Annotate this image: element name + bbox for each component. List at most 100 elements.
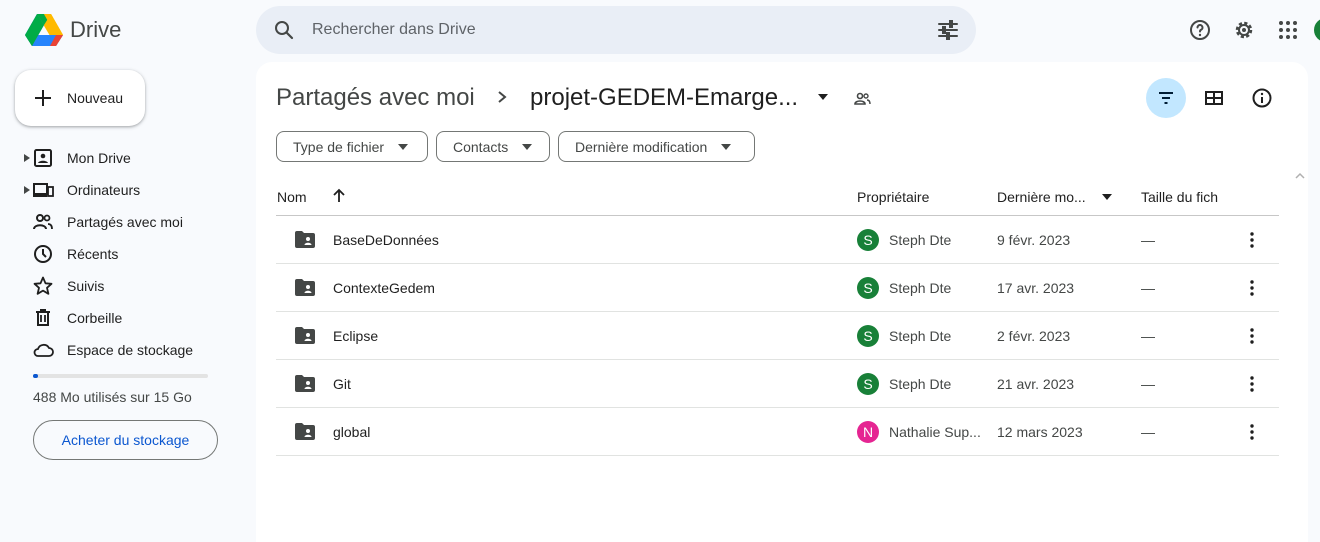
owner-avatar: N [857,421,879,443]
modified-date: 21 avr. 2023 [997,376,1075,392]
modified-date: 12 mars 2023 [997,424,1083,440]
account-avatar[interactable] [1314,18,1320,42]
table-row[interactable]: Eclipse S Steph Dte 2 févr. 2023 — [276,312,1279,360]
sidebar-item-label: Ordinateurs [67,182,141,198]
list-view-button[interactable] [1146,78,1186,118]
file-name[interactable]: global [333,424,370,440]
sidebar-item-starred[interactable]: Suivis [0,270,240,302]
drive-logo[interactable]: Drive [24,12,121,48]
expand-caret-icon[interactable] [24,154,30,162]
more-vert-icon[interactable] [1242,422,1262,442]
sidebar-item-label: Espace de stockage [67,342,194,358]
settings-button[interactable] [1228,14,1260,46]
file-name[interactable]: Eclipse [333,328,378,344]
file-name[interactable]: Git [333,376,351,392]
shared-folder-icon [295,423,315,440]
apps-grid-icon [1279,21,1297,39]
more-vert-icon[interactable] [1242,374,1262,394]
sort-dropdown-icon[interactable] [1102,194,1112,200]
sidebar-item-recent[interactable]: Récents [0,238,240,270]
file-name[interactable]: BaseDeDonnées [333,232,439,248]
table-row[interactable]: Git S Steph Dte 21 avr. 2023 — [276,360,1279,408]
shared-folder-icon [295,231,315,248]
plus-icon [35,90,51,106]
main-panel: Partagés avec moi projet-GEDEM-Emarge...… [256,62,1308,542]
search-bar[interactable] [256,6,976,54]
sidebar-nav: Mon Drive Ordinateurs Partagés avec moi … [0,142,240,366]
more-vert-icon[interactable] [1242,326,1262,346]
modified-date: 9 févr. 2023 [997,232,1071,248]
table-row[interactable]: ContexteGedem S Steph Dte 17 avr. 2023 — [276,264,1279,312]
table-header: Nom Propriétaire Dernière mo... Taille d… [276,178,1279,216]
sidebar-item-trash[interactable]: Corbeille [0,302,240,334]
owner-name: Steph Dte [889,232,952,248]
shared-folder-icon [295,375,315,392]
sidebar-item-label: Suivis [67,278,105,294]
apps-button[interactable] [1272,14,1304,46]
app-name: Drive [70,17,122,42]
sidebar-item-storage[interactable]: Espace de stockage [0,334,240,366]
search-options-icon[interactable] [936,18,960,42]
table-row[interactable]: global N Nathalie Sup... 12 mars 2023 — [276,408,1279,456]
filter-label: Contacts [453,138,509,155]
filter-label: Dernière modification [575,138,708,155]
gear-icon [1235,21,1253,39]
column-header-name[interactable]: Nom [277,189,307,205]
owner-name: Nathalie Sup... [889,424,981,440]
search-input[interactable] [312,21,912,39]
computers-icon [33,183,54,197]
breadcrumb-current-folder[interactable]: projet-GEDEM-Emarge... [530,84,798,112]
dropdown-arrow-icon [721,143,732,150]
file-size: — [1141,280,1155,296]
filter-last-modified[interactable]: Dernière modification [558,131,755,162]
file-size: — [1141,376,1155,392]
sidebar-item-shared[interactable]: Partagés avec moi [0,206,240,238]
new-button-label: Nouveau [67,90,124,106]
grid-view-icon[interactable] [1202,86,1226,110]
modified-date: 17 avr. 2023 [997,280,1075,296]
expand-caret-icon[interactable] [24,186,30,194]
sidebar-item-my-drive[interactable]: Mon Drive [0,142,240,174]
owner-name: Steph Dte [889,376,952,392]
arrow-up-icon[interactable] [332,188,346,204]
file-name[interactable]: ContexteGedem [333,280,435,296]
storage-usage-bar [33,374,208,378]
buy-storage-button[interactable]: Acheter du stockage [33,420,218,460]
column-header-owner[interactable]: Propriétaire [857,189,929,205]
sidebar-item-computers[interactable]: Ordinateurs [0,174,240,206]
help-button[interactable] [1184,14,1216,46]
new-button[interactable]: Nouveau [15,70,145,126]
storage-usage-text: 488 Mo utilisés sur 15 Go [33,389,192,405]
filter-list-icon [1159,92,1173,104]
shared-folder-icon[interactable] [852,89,872,109]
owner-avatar: S [857,373,879,395]
owner-name: Steph Dte [889,280,952,296]
search-icon[interactable] [272,18,296,42]
column-header-modified[interactable]: Dernière mo... [997,189,1086,205]
sidebar-item-label: Corbeille [67,310,123,326]
file-size: — [1141,424,1155,440]
sidebar-item-label: Partagés avec moi [67,214,183,230]
top-right-actions [1184,14,1304,46]
filter-file-type[interactable]: Type de fichier [276,131,428,162]
column-header-size[interactable]: Taille du fich [1141,189,1218,205]
shared-folder-icon [295,279,315,296]
filter-label: Type de fichier [293,138,385,155]
breadcrumb-root[interactable]: Partagés avec moi [276,84,475,112]
table-row[interactable]: BaseDeDonnées S Steph Dte 9 févr. 2023 — [276,216,1279,264]
more-vert-icon[interactable] [1242,230,1262,250]
owner-avatar: S [857,229,879,251]
my-drive-icon [34,149,52,167]
file-size: — [1141,328,1155,344]
scroll-up-icon[interactable] [1294,172,1306,180]
owner-avatar: S [857,325,879,347]
more-vert-icon[interactable] [1242,278,1262,298]
file-list: BaseDeDonnées S Steph Dte 9 févr. 2023 — Cont… [276,216,1279,456]
info-icon[interactable] [1250,86,1274,110]
sidebar-item-label: Récents [67,246,119,262]
trash-icon [36,309,50,326]
filter-contacts[interactable]: Contacts [436,131,550,162]
star-icon [33,276,53,295]
folder-menu-dropdown-icon[interactable] [816,92,830,102]
owner-name: Steph Dte [889,328,952,344]
